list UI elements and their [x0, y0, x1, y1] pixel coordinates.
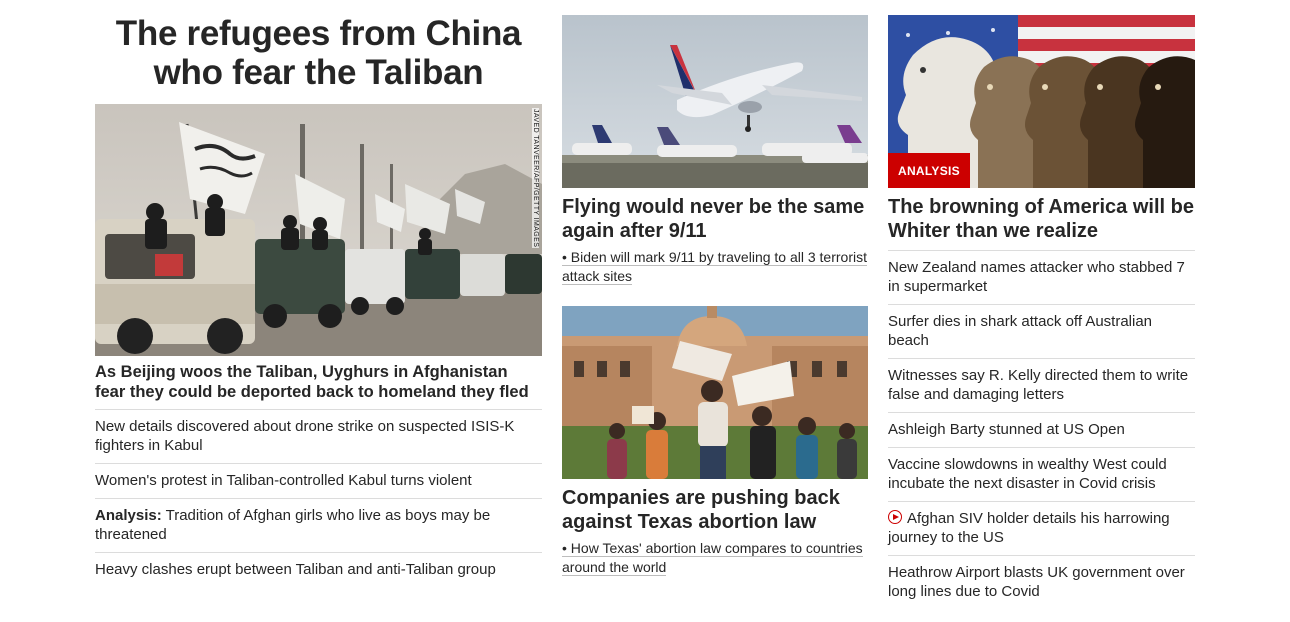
sublink-label: Biden will mark 9/11 by traveling to all…: [562, 249, 867, 284]
taliban-convoy-illustration: [95, 104, 542, 356]
list-item[interactable]: Surfer dies in shark attack off Australi…: [888, 304, 1195, 358]
analysis-prefix: Analysis:: [95, 507, 162, 524]
list-item-link[interactable]: Vaccine slowdowns in wealthy West could …: [888, 456, 1167, 492]
hero-title: The refugees from China who fear the Tal…: [95, 14, 542, 92]
list-item-text: Afghan SIV holder details his harrowing …: [888, 510, 1170, 546]
list-item-link[interactable]: Surfer dies in shark attack off Australi…: [888, 313, 1152, 349]
list-item[interactable]: New details discovered about drone strik…: [95, 409, 542, 463]
bullet: •: [562, 249, 567, 265]
flying-sublink[interactable]: • Biden will mark 9/11 by traveling to a…: [562, 248, 868, 286]
list-item-link[interactable]: Women's protest in Taliban-controlled Ka…: [95, 472, 472, 489]
bullet: •: [562, 540, 567, 556]
sublink-label: How Texas' abortion law compares to coun…: [562, 540, 863, 575]
lead-headline[interactable]: As Beijing woos the Taliban, Uyghurs in …: [95, 362, 542, 409]
list-item[interactable]: Witnesses say R. Kelly directed them to …: [888, 358, 1195, 412]
list-item-link[interactable]: New Zealand names attacker who stabbed 7…: [888, 259, 1185, 295]
list-item-link[interactable]: New details discovered about drone strik…: [95, 418, 514, 454]
airplane-image[interactable]: [562, 15, 868, 188]
list-item[interactable]: New Zealand names attacker who stabbed 7…: [888, 250, 1195, 304]
texas-protest-image[interactable]: [562, 306, 868, 479]
texas-sublink[interactable]: • How Texas' abortion law compares to co…: [562, 539, 868, 577]
middle-column: Flying would never be the same again aft…: [562, 0, 868, 577]
right-story-list: New Zealand names attacker who stabbed 7…: [888, 250, 1195, 609]
hero-title-link[interactable]: The refugees from China who fear the Tal…: [116, 14, 522, 92]
airplane-takeoff-illustration: [562, 15, 868, 188]
browning-america-image[interactable]: ANALYSIS: [888, 15, 1195, 188]
list-item[interactable]: Ashleigh Barty stunned at US Open: [888, 412, 1195, 447]
list-item-link[interactable]: Afghan SIV holder details his harrowing …: [888, 510, 1170, 546]
list-item-link[interactable]: Heavy clashes erupt between Taliban and …: [95, 561, 496, 578]
browning-headline[interactable]: The browning of America will be Whiter t…: [888, 195, 1195, 250]
list-item-link[interactable]: Heathrow Airport blasts UK government ov…: [888, 564, 1185, 600]
list-item[interactable]: Heathrow Airport blasts UK government ov…: [888, 555, 1195, 609]
left-column: The refugees from China who fear the Tal…: [95, 0, 542, 587]
list-item[interactable]: Analysis: Tradition of Afghan girls who …: [95, 498, 542, 552]
right-column: ANALYSIS The browning of America will be…: [888, 0, 1195, 609]
list-item-link[interactable]: Ashleigh Barty stunned at US Open: [888, 421, 1125, 438]
left-story-list: New details discovered about drone strik…: [95, 409, 542, 587]
sublink-text[interactable]: • How Texas' abortion law compares to co…: [562, 540, 863, 576]
texas-headline[interactable]: Companies are pushing back against Texas…: [562, 486, 868, 534]
taliban-convoy-image[interactable]: JAVED TANVEER/AFP/GETTY IMAGES: [95, 104, 542, 356]
protest-illustration: [562, 306, 868, 479]
list-item[interactable]: Heavy clashes erupt between Taliban and …: [95, 552, 542, 587]
list-item-link[interactable]: Witnesses say R. Kelly directed them to …: [888, 367, 1188, 403]
video-play-icon: [888, 510, 902, 524]
flying-headline[interactable]: Flying would never be the same again aft…: [562, 195, 868, 243]
list-item[interactable]: Afghan SIV holder details his harrowing …: [888, 501, 1195, 555]
analysis-badge: ANALYSIS: [888, 153, 970, 188]
sublink-text[interactable]: • Biden will mark 9/11 by traveling to a…: [562, 249, 867, 285]
list-item-link[interactable]: Analysis: Tradition of Afghan girls who …: [95, 507, 490, 543]
list-item[interactable]: Women's protest in Taliban-controlled Ka…: [95, 463, 542, 498]
image-credit: JAVED TANVEER/AFP/GETTY IMAGES: [532, 108, 539, 249]
list-item[interactable]: Vaccine slowdowns in wealthy West could …: [888, 447, 1195, 501]
